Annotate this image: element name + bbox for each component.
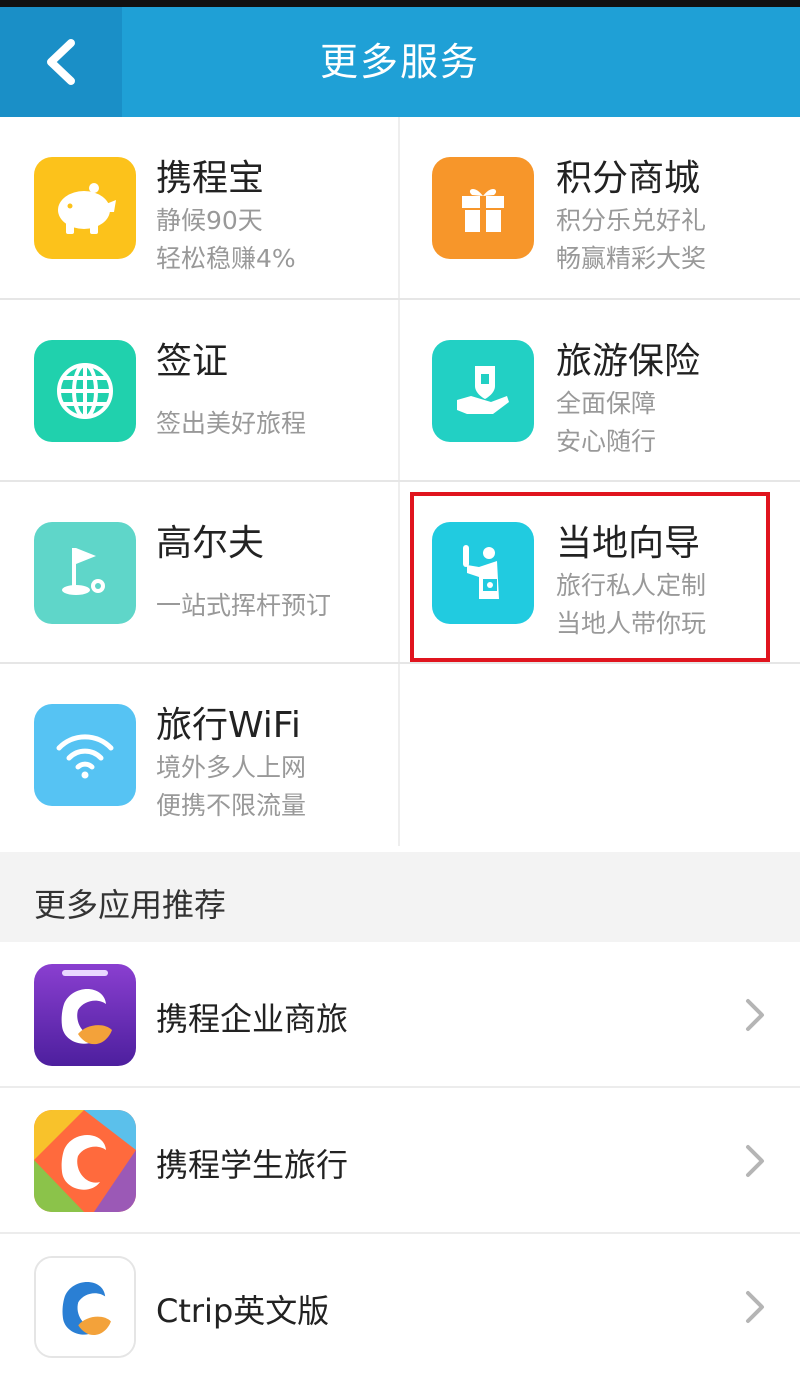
services-grid: 携程宝 静候90天 轻松稳赚4% 积分商城 积分乐兑好礼 畅赢精彩大奖 签证 签…: [0, 117, 800, 846]
service-subtitle: 旅行私人定制: [556, 571, 707, 600]
service-subtitle: 安心随行: [556, 427, 657, 456]
service-subtitle: 静候90天: [156, 206, 263, 235]
gift-icon: [432, 157, 534, 259]
services-row: 高尔夫 一站式挥杆预订 当地向导 旅行私人定制 当地人带你玩: [0, 482, 800, 664]
service-title: 携程宝: [156, 158, 265, 199]
app-label: Ctrip英文版: [156, 1292, 330, 1330]
app-row-business[interactable]: 携程企业商旅: [0, 942, 800, 1088]
service-title: 旅行WiFi: [156, 705, 301, 746]
globe-icon: [34, 340, 136, 442]
chevron-right-icon: [746, 1145, 764, 1177]
empty-cell: [400, 664, 800, 846]
shield-hand-icon: [432, 340, 534, 442]
service-subtitle: 签出美好旅程: [156, 409, 307, 438]
wifi-icon: [34, 704, 136, 806]
app-row-student[interactable]: 携程学生旅行: [0, 1088, 800, 1234]
chevron-right-icon: [746, 999, 764, 1031]
section-title: 更多应用推荐: [34, 886, 227, 924]
service-golf[interactable]: 高尔夫 一站式挥杆预订: [0, 482, 400, 662]
service-subtitle: 当地人带你玩: [556, 609, 707, 638]
service-title: 积分商城: [556, 158, 701, 199]
service-points-mall[interactable]: 积分商城 积分乐兑好礼 畅赢精彩大奖: [400, 117, 800, 298]
service-subtitle: 轻松稳赚4%: [156, 244, 296, 273]
ctrip-student-app-icon: [34, 1110, 136, 1212]
service-travel-wifi[interactable]: 旅行WiFi 境外多人上网 便携不限流量: [0, 664, 400, 846]
service-subtitle: 积分乐兑好礼: [556, 206, 707, 235]
service-local-guide[interactable]: 当地向导 旅行私人定制 当地人带你玩: [400, 482, 800, 662]
services-row: 旅行WiFi 境外多人上网 便携不限流量: [0, 664, 800, 846]
app-label: 携程企业商旅: [156, 1000, 349, 1038]
status-strip: [0, 0, 800, 7]
guide-person-icon: [432, 522, 534, 624]
service-title: 高尔夫: [156, 523, 265, 564]
recommend-section-header: 更多应用推荐: [0, 852, 800, 942]
app-label: 携程学生旅行: [156, 1146, 349, 1184]
services-row: 携程宝 静候90天 轻松稳赚4% 积分商城 积分乐兑好礼 畅赢精彩大奖: [0, 117, 800, 300]
golf-flag-icon: [34, 522, 136, 624]
service-visa[interactable]: 签证 签出美好旅程: [0, 300, 400, 480]
service-xiechengbao[interactable]: 携程宝 静候90天 轻松稳赚4%: [0, 117, 400, 298]
service-title: 旅游保险: [556, 341, 701, 382]
header-bar: 更多服务: [0, 7, 800, 117]
chevron-right-icon: [746, 1291, 764, 1323]
recommend-app-list: 携程企业商旅 携程学生旅行 Ctrip英文版: [0, 942, 800, 1373]
page-title: 更多服务: [319, 40, 480, 84]
service-subtitle: 便携不限流量: [156, 791, 307, 820]
service-travel-insurance[interactable]: 旅游保险 全面保障 安心随行: [400, 300, 800, 480]
ctrip-business-app-icon: [34, 964, 136, 1066]
service-subtitle: 境外多人上网: [156, 753, 307, 782]
service-title: 签证: [156, 341, 229, 382]
services-row: 签证 签出美好旅程 旅游保险 全面保障 安心随行: [0, 300, 800, 482]
service-subtitle: 畅赢精彩大奖: [556, 244, 707, 273]
service-subtitle: 全面保障: [556, 389, 657, 418]
piggy-bank-icon: [34, 157, 136, 259]
service-subtitle: 一站式挥杆预订: [156, 591, 332, 620]
app-row-english[interactable]: Ctrip英文版: [0, 1234, 800, 1373]
ctrip-english-app-icon: [34, 1256, 136, 1358]
service-title: 当地向导: [556, 523, 701, 564]
